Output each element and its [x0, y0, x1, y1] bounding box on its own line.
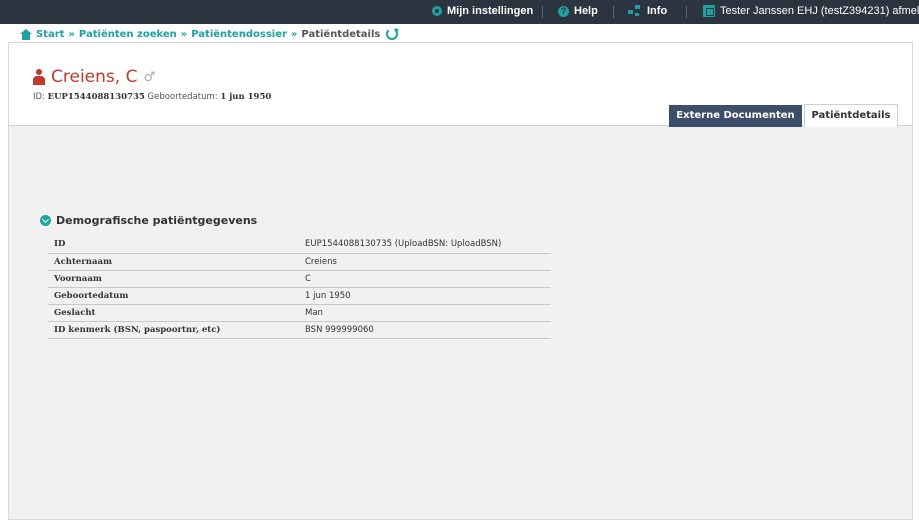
patient-dob: 1 jun 1950	[220, 92, 272, 102]
id-label: ID:	[33, 92, 45, 102]
section-title: Demografische patiëntgegevens	[56, 214, 258, 227]
row-value: C	[299, 270, 551, 288]
breadcrumb: Start » Patiënten zoeken » Patiëntendoss…	[20, 28, 399, 40]
patient-header: Creiens, C ♂ ID: EUP1544088130735 Geboor…	[9, 43, 912, 127]
breadcrumb-separator: »	[180, 28, 188, 40]
chevron-down-icon[interactable]	[40, 215, 51, 226]
row-value: Creiens	[299, 253, 551, 271]
user-logout-label: Tester Janssen EHJ (testZ394231) afmelde…	[720, 5, 919, 17]
row-label: Voornaam	[48, 270, 299, 288]
row-label: ID kenmerk (BSN, paspoortnr, etc)	[48, 321, 299, 339]
tab-external-documents[interactable]: Externe Documenten	[669, 105, 802, 127]
patient-id: EUP1544088130735	[47, 92, 145, 102]
info-icon	[628, 5, 642, 17]
table-row: Geslacht Man	[48, 304, 551, 322]
home-icon[interactable]	[20, 28, 32, 40]
help-label: Help	[574, 5, 598, 17]
demographics-section-header[interactable]: Demografische patiëntgegevens	[40, 214, 257, 227]
patient-name: Creiens, C ♂	[33, 67, 155, 87]
row-value: 1 jun 1950	[299, 287, 551, 305]
settings-link[interactable]: Mijn instellingen	[432, 5, 533, 17]
patient-meta: ID: EUP1544088130735 Geboortedatum: 1 ju…	[33, 92, 271, 102]
breadcrumb-patient-search[interactable]: Patiënten zoeken	[79, 29, 177, 40]
row-label: ID	[48, 236, 299, 254]
row-label: Achternaam	[48, 253, 299, 271]
tab-patient-details[interactable]: Patiëntdetails	[804, 104, 898, 127]
breadcrumb-current: Patiëntdetails	[301, 28, 381, 40]
row-value: Man	[299, 304, 551, 322]
breadcrumb-start[interactable]: Start	[36, 29, 64, 40]
dob-label: Geboortedatum:	[147, 92, 218, 102]
table-row: Geboortedatum 1 jun 1950	[48, 287, 551, 305]
top-navigation-bar: Mijn instellingen ? Help Info Tester Jan…	[0, 0, 919, 24]
gear-icon	[432, 6, 442, 16]
table-row: ID EUP1544088130735 (UploadBSN: UploadBSN…	[48, 236, 551, 254]
row-value: EUP1544088130735 (UploadBSN: UploadBSN)	[299, 236, 551, 254]
logout-icon	[703, 5, 715, 17]
divider	[686, 6, 687, 18]
divider	[613, 6, 614, 18]
row-label: Geboortedatum	[48, 287, 299, 305]
logout-link[interactable]: Tester Janssen EHJ (testZ394231) afmelde…	[703, 5, 919, 17]
person-icon	[33, 69, 45, 85]
divider	[542, 6, 543, 18]
help-icon: ?	[558, 5, 569, 17]
info-link[interactable]: Info	[628, 5, 667, 17]
demographics-table: ID EUP1544088130735 (UploadBSN: UploadBSN…	[48, 236, 551, 339]
refresh-icon[interactable]	[386, 28, 399, 40]
table-row: Achternaam Creiens	[48, 253, 551, 271]
male-gender-icon: ♂	[143, 69, 156, 85]
breadcrumb-separator: »	[68, 28, 75, 40]
row-value: BSN 999999060	[299, 321, 551, 339]
info-label: Info	[647, 5, 668, 17]
row-label: Geslacht	[48, 304, 299, 322]
table-row: Voornaam C	[48, 270, 551, 288]
patient-name-text: Creiens, C	[51, 67, 138, 87]
main-content: Creiens, C ♂ ID: EUP1544088130735 Geboor…	[8, 42, 913, 520]
breadcrumb-patient-dossier[interactable]: Patiëntendossier	[191, 29, 287, 40]
table-row: ID kenmerk (BSN, paspoortnr, etc) BSN 999…	[48, 321, 551, 339]
help-link[interactable]: ? Help	[558, 5, 598, 17]
settings-label: Mijn instellingen	[447, 5, 534, 17]
breadcrumb-separator: »	[290, 28, 298, 40]
